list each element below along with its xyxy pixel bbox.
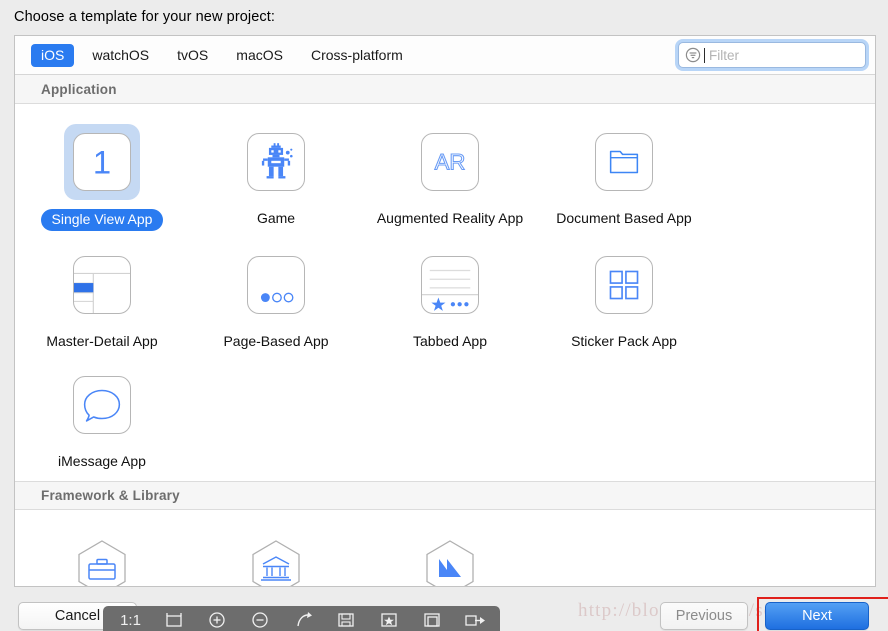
page-title: Choose a template for your new project:: [14, 9, 276, 25]
template-label: Document Based App: [556, 210, 692, 226]
svg-text:1: 1: [93, 144, 111, 181]
template-metal-library[interactable]: Metal Library: [363, 524, 537, 586]
split-view-icon: [73, 256, 131, 314]
svg-text:AR: AR: [435, 150, 466, 175]
template-tabbed-app[interactable]: Tabbed App: [363, 241, 537, 361]
template-sticker-pack-app[interactable]: Sticker Pack App: [537, 241, 711, 361]
folder-icon: [595, 133, 653, 191]
template-game[interactable]: Game: [189, 118, 363, 241]
template-label: Tabbed App: [413, 333, 487, 349]
speech-bubble-icon: [73, 376, 131, 434]
icon-container: [238, 530, 314, 586]
filter-icon: [685, 47, 701, 63]
bank-hexagon-icon: [245, 537, 307, 586]
framework-template-grid: Cocoa Touch Framework: [15, 510, 875, 586]
template-label: Game: [256, 210, 296, 226]
template-augmented-reality-app[interactable]: AR Augmented Reality App: [363, 118, 537, 241]
crop-button[interactable]: [152, 607, 195, 631]
icon-container: 1: [64, 124, 140, 200]
export-button[interactable]: [453, 607, 496, 631]
template-label: Augmented Reality App: [376, 210, 524, 226]
icon-container: [586, 247, 662, 323]
template-label: Sticker Pack App: [571, 333, 677, 349]
tab-bar-icon: [421, 256, 479, 314]
ratio-1-1-button[interactable]: 1:1: [109, 607, 152, 631]
number-one-icon: 1: [73, 133, 131, 191]
template-document-based-app[interactable]: Document Based App: [537, 118, 711, 241]
zoom-in-button[interactable]: [195, 607, 238, 631]
icon-container: [64, 247, 140, 323]
briefcase-hexagon-icon: [71, 537, 133, 586]
tab-ios[interactable]: iOS: [31, 43, 75, 67]
template-single-view-app[interactable]: 1 Single View App: [15, 118, 189, 241]
template-page-based-app[interactable]: Page-Based App: [189, 241, 363, 361]
tab-cross-platform[interactable]: Cross-platform: [301, 44, 413, 67]
text-cursor: [704, 47, 705, 63]
filter-field[interactable]: Filter: [678, 42, 866, 68]
icon-container: [412, 247, 488, 323]
icon-container: AR: [412, 124, 488, 200]
filter-placeholder: Filter: [709, 47, 739, 63]
template-label: iMessage App: [58, 453, 146, 469]
share-arrow-button[interactable]: [281, 607, 324, 631]
icon-container: [586, 124, 662, 200]
template-cocoa-touch-static-library[interactable]: Cocoa Touch Static Library: [189, 524, 363, 586]
metal-m-hexagon-icon: [419, 537, 481, 586]
template-panel: iOS watchOS tvOS macOS Cross-platform Fi…: [14, 35, 876, 587]
screenshot-tool-overlay: 1:1: [103, 606, 500, 631]
previous-button[interactable]: Previous: [660, 602, 748, 630]
icon-container: [64, 530, 140, 586]
tab-watchos[interactable]: watchOS: [82, 44, 159, 67]
zoom-out-button[interactable]: [238, 607, 281, 631]
icon-container: [238, 247, 314, 323]
template-label: Single View App: [40, 209, 164, 231]
copy-button[interactable]: [410, 607, 453, 631]
tab-macos[interactable]: macOS: [226, 44, 293, 67]
tab-tvos[interactable]: tvOS: [167, 44, 218, 67]
platform-tab-bar: iOS watchOS tvOS macOS Cross-platform Fi…: [15, 36, 875, 75]
favorite-button[interactable]: [367, 607, 410, 631]
robot-icon: [247, 133, 305, 191]
icon-container: [238, 124, 314, 200]
section-header-framework-library: Framework & Library: [15, 481, 875, 510]
grid-squares-icon: [595, 256, 653, 314]
icon-container: [64, 367, 140, 443]
application-template-grid: 1 Single View App Game AR Augmented Real…: [15, 104, 875, 481]
ar-text-icon: AR: [421, 133, 479, 191]
section-header-application: Application: [15, 75, 875, 104]
template-label: Page-Based App: [223, 333, 329, 349]
page-dots-icon: [247, 256, 305, 314]
icon-container: [412, 530, 488, 586]
next-button[interactable]: Next: [765, 602, 869, 630]
save-button[interactable]: [324, 607, 367, 631]
template-imessage-app[interactable]: iMessage App: [15, 361, 189, 481]
template-cocoa-touch-framework[interactable]: Cocoa Touch Framework: [15, 524, 189, 586]
template-master-detail-app[interactable]: Master-Detail App: [15, 241, 189, 361]
template-chooser-window: Choose a template for your new project: …: [0, 0, 888, 631]
template-label: Master-Detail App: [46, 333, 158, 349]
